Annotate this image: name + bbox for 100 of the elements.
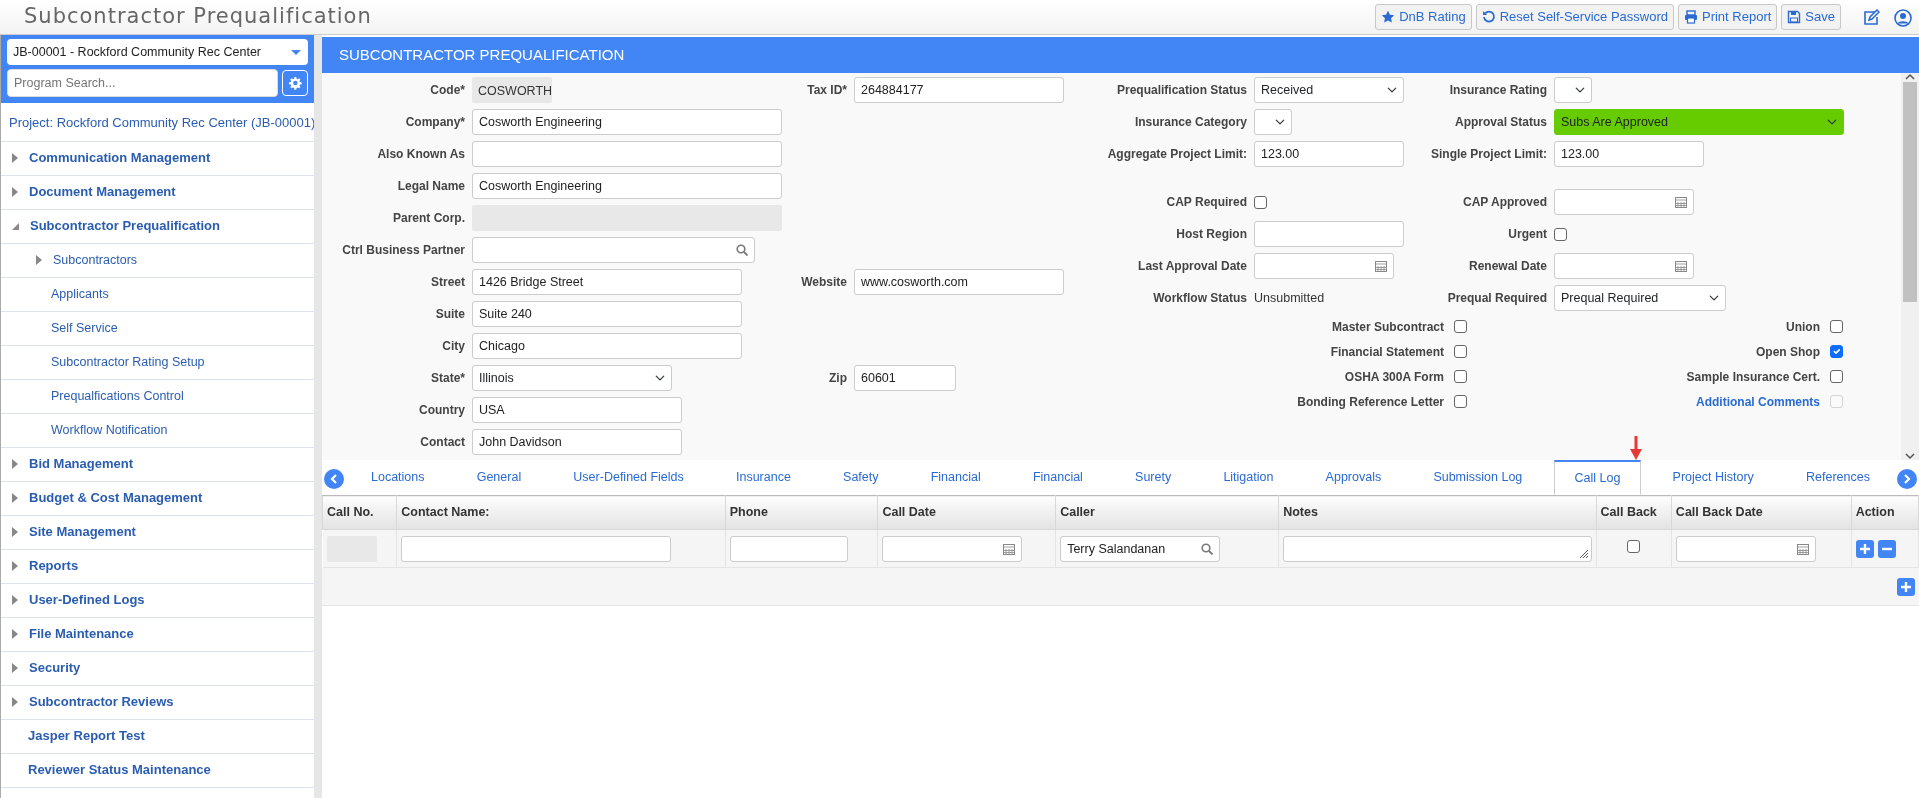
field-label: Prequal Required — [1446, 290, 1548, 307]
sidebar-item[interactable]: Budget & Cost Management — [1, 481, 314, 516]
dropdown[interactable]: Prequal Required — [1554, 285, 1726, 311]
input-field[interactable]: 60601 — [854, 365, 956, 391]
field-label: Aggregate Project Limit: — [1106, 146, 1248, 163]
tab[interactable]: Safety — [822, 460, 900, 495]
dropdown[interactable]: Subs Are Approved — [1554, 109, 1844, 135]
sidebar-item[interactable]: Document Management — [1, 175, 314, 210]
checkbox[interactable] — [1454, 395, 1467, 408]
input-field[interactable]: 123.00 — [1254, 141, 1404, 167]
input-field[interactable]: Cosworth Engineering — [472, 173, 782, 199]
sidebar-item[interactable]: Reviewer Status Maintenance — [1, 753, 314, 788]
search-field[interactable]: Program Search... — [7, 69, 278, 97]
checkbox[interactable] — [1830, 345, 1843, 358]
tab[interactable]: Surety — [1114, 460, 1193, 495]
tab[interactable]: Locations — [350, 460, 446, 495]
date-field[interactable] — [1254, 253, 1394, 279]
chevron-left-icon — [329, 474, 339, 484]
tab[interactable]: Financial — [909, 460, 1002, 495]
input-field[interactable] — [472, 141, 782, 167]
checkbox[interactable] — [1454, 320, 1467, 333]
tab[interactable]: Approvals — [1304, 460, 1403, 495]
previous-tab-button[interactable] — [324, 469, 344, 489]
input-field[interactable]: Suite 240 — [472, 301, 742, 327]
input-field[interactable]: 123.00 — [1554, 141, 1704, 167]
sidebar-item[interactable]: Bid Management — [1, 447, 314, 482]
settings-button[interactable] — [282, 70, 308, 96]
sidebar-item[interactable]: Security — [1, 651, 314, 686]
field-label: Suite — [434, 306, 466, 323]
lookup-field[interactable] — [472, 237, 755, 263]
next-tab-button[interactable] — [1897, 469, 1917, 489]
input-field[interactable]: John Davidson — [472, 429, 682, 455]
dropdown[interactable]: Received — [1254, 77, 1404, 103]
date-field[interactable] — [1554, 253, 1694, 279]
dropdown[interactable]: Illinois — [472, 365, 672, 391]
checkbox[interactable] — [1454, 345, 1467, 358]
input-field[interactable] — [729, 535, 848, 562]
notes-field[interactable] — [1283, 535, 1592, 562]
tab[interactable]: Insurance — [715, 460, 812, 495]
field-label: City — [441, 338, 466, 355]
sidebar-item[interactable]: Jasper Report Test — [1, 719, 314, 754]
remove-row-button[interactable] — [1877, 539, 1896, 558]
sidebar-item[interactable]: Applicants — [1, 277, 314, 312]
sidebar-item[interactable]: Subcontractor Prequalification — [1, 209, 314, 244]
tab[interactable]: Project History — [1651, 460, 1775, 495]
sidebar-item[interactable]: Subcontractors — [1, 243, 314, 278]
tab[interactable]: References — [1785, 460, 1891, 495]
add-row-button[interactable] — [1897, 577, 1915, 596]
date-field[interactable] — [1675, 535, 1816, 562]
date-field[interactable] — [1554, 189, 1694, 215]
input-field[interactable]: 1426 Bridge Street — [472, 269, 742, 295]
sidebar-item[interactable]: User-Defined Logs — [1, 583, 314, 618]
sidebar-item[interactable]: Site Management — [1, 515, 314, 550]
checkbox[interactable] — [1627, 539, 1641, 553]
field-label: Legal Name — [396, 178, 466, 195]
field-label: State* — [430, 370, 466, 387]
sidebar-item[interactable]: Workflow Notification — [1, 413, 314, 448]
column-header: Caller — [1055, 495, 1279, 530]
add-row-button[interactable] — [1855, 539, 1874, 558]
printer-icon — [1684, 10, 1698, 24]
plus-icon — [1900, 580, 1912, 593]
toolbar-button[interactable]: Print Report — [1678, 4, 1778, 30]
sidebar-item[interactable]: Communication Management — [1, 141, 314, 176]
sidebar-item[interactable]: Subcontractor Rating Setup — [1, 345, 314, 380]
sidebar-item[interactable]: Reports — [1, 549, 314, 584]
checkbox[interactable] — [1830, 320, 1843, 333]
field-label: Last Approval Date — [1137, 258, 1248, 275]
toolbar-button[interactable]: Save — [1781, 4, 1841, 30]
input-field[interactable]: Cosworth Engineering — [472, 109, 782, 135]
lookup-field[interactable]: Terry Salandanan — [1060, 535, 1221, 562]
checkbox[interactable] — [1830, 370, 1843, 383]
sidebar-item[interactable]: File Maintenance — [1, 617, 314, 652]
field-label: Ctrl Business Partner — [341, 242, 466, 259]
field-label: Contact — [419, 434, 466, 451]
checkbox[interactable] — [1554, 227, 1567, 241]
input-field[interactable]: www.cosworth.com — [854, 269, 1064, 295]
date-field[interactable] — [882, 535, 1023, 562]
toolbar-button[interactable]: Reset Self-Service Password — [1475, 4, 1674, 30]
tab[interactable]: Litigation — [1202, 460, 1295, 495]
sidebar-item[interactable]: Prequalfications Control — [1, 379, 314, 414]
toolbar-button[interactable]: DnB Rating — [1375, 4, 1472, 30]
tab[interactable]: Call Log — [1553, 460, 1642, 495]
sidebar-item[interactable]: Subcontractor Reviews — [1, 685, 314, 720]
tab[interactable]: Financial — [1011, 460, 1104, 495]
input-field[interactable] — [401, 535, 672, 562]
input-field[interactable]: USA — [472, 397, 682, 423]
vertical-scrollbar[interactable] — [1901, 73, 1919, 460]
input-field[interactable]: 264884177 — [854, 77, 1064, 103]
gear-icon — [288, 76, 302, 90]
tab[interactable]: User-Defined Fields — [552, 460, 705, 495]
field-label: OSHA 300A Form — [1344, 368, 1444, 386]
read-only-field: COSWORTH — [472, 77, 552, 103]
sidebar-item[interactable]: Self Service — [1, 311, 314, 346]
tab[interactable]: Submission Log — [1412, 460, 1544, 495]
project-dropdown[interactable]: JB-00001 - Rockford Community Rec Center — [7, 39, 308, 65]
checkbox[interactable] — [1254, 195, 1267, 209]
checkbox[interactable] — [1454, 370, 1467, 383]
tab[interactable]: General — [455, 460, 543, 495]
input-field[interactable] — [1254, 221, 1404, 247]
input-field[interactable]: Chicago — [472, 333, 742, 359]
